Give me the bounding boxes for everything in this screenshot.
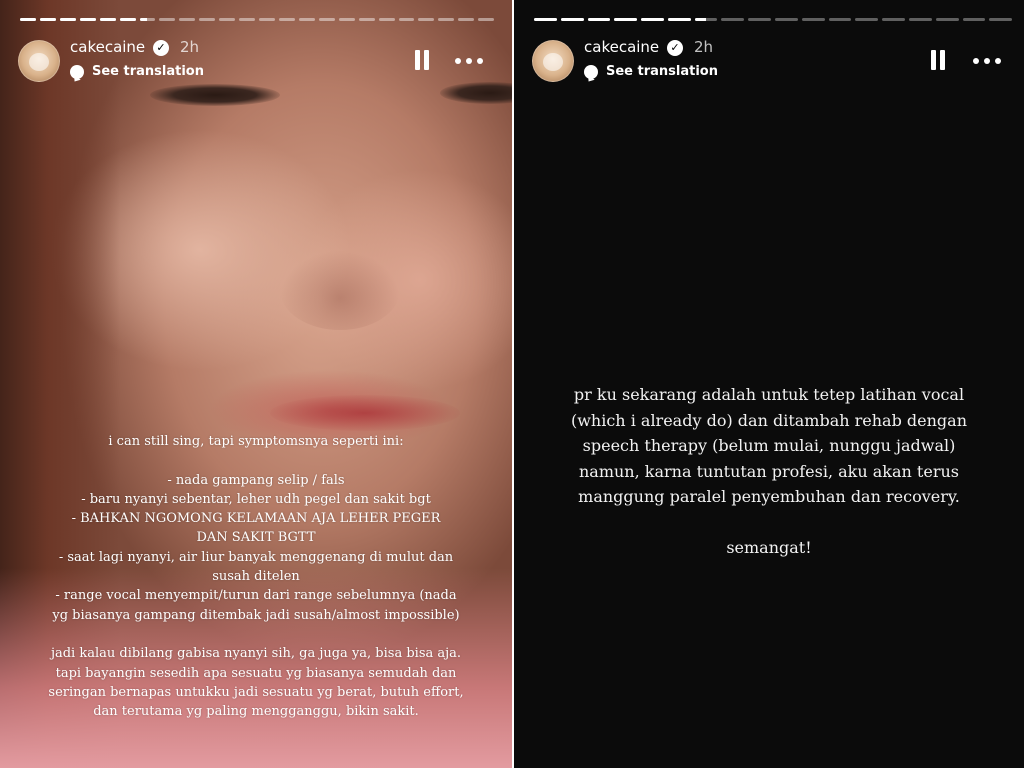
progress-segment: [139, 18, 156, 21]
pause-icon-bar: [940, 50, 945, 70]
photo-eye-left: [150, 84, 280, 106]
avatar[interactable]: [18, 40, 60, 82]
timestamp: 2h: [180, 38, 200, 56]
progress-segment: [199, 18, 216, 21]
progress-segment: [775, 18, 798, 21]
photo-eye-right: [440, 82, 512, 104]
progress-segment-fill: [59, 18, 76, 21]
see-translation-button[interactable]: See translation: [584, 64, 718, 79]
progress-segment-fill: [694, 18, 707, 21]
progress-segment: [587, 18, 611, 21]
progress-segment: [59, 18, 76, 21]
progress-segment: [748, 18, 772, 21]
dot-icon: [477, 58, 483, 64]
progress-segment: [882, 18, 905, 21]
progress-segment-fill: [119, 18, 136, 21]
timestamp: 2h: [694, 38, 714, 56]
translate-bubble-icon: [584, 64, 598, 79]
pause-button[interactable]: [414, 50, 430, 70]
username[interactable]: cakecaine: [70, 38, 145, 56]
progress-segment: [418, 18, 435, 21]
progress-segment-fill: [667, 18, 691, 21]
more-options-button[interactable]: [973, 58, 1001, 64]
progress-segment: [99, 18, 116, 21]
progress-segment-fill: [560, 18, 584, 21]
progress-segment: [398, 18, 415, 21]
progress-segment: [239, 18, 256, 21]
progress-segment-fill: [99, 18, 116, 21]
progress-segment: [855, 18, 879, 21]
progress-segment: [219, 18, 236, 21]
progress-segment: [458, 18, 475, 21]
dot-icon: [984, 58, 990, 64]
story-caption: i can still sing, tapi symptomsnya seper…: [48, 434, 464, 720]
progress-segment: [667, 18, 691, 21]
progress-segment: [179, 18, 196, 21]
progress-segment: [298, 18, 315, 21]
dot-icon: [455, 58, 461, 64]
progress-segment: [478, 18, 495, 21]
progress-segment: [338, 18, 355, 21]
progress-segment: [534, 18, 557, 21]
progress-segment: [39, 18, 56, 21]
see-translation-label: See translation: [606, 64, 718, 79]
progress-segment: [278, 18, 295, 21]
progress-segment-fill: [20, 18, 36, 21]
progress-segment: [358, 18, 375, 21]
progress-segment: [159, 18, 176, 21]
story-header: cakecaine ✓ 2h See translation: [18, 36, 494, 84]
story-progress-bar: [534, 18, 1013, 21]
pause-icon-bar: [415, 50, 420, 70]
progress-segment: [20, 18, 36, 21]
progress-segment: [259, 18, 275, 21]
progress-segment: [378, 18, 395, 21]
pause-button[interactable]: [930, 50, 946, 70]
progress-segment-fill: [79, 18, 96, 21]
photo-nose: [280, 250, 400, 330]
dot-icon: [466, 58, 472, 64]
progress-segment: [962, 18, 986, 21]
progress-segment-fill: [587, 18, 611, 21]
dot-icon: [973, 58, 979, 64]
progress-segment: [560, 18, 584, 21]
progress-segment: [694, 18, 718, 21]
dot-icon: [995, 58, 1001, 64]
story-header: cakecaine ✓ 2h See translation: [532, 36, 1006, 84]
progress-segment: [828, 18, 852, 21]
progress-segment-fill: [614, 18, 638, 21]
progress-segment: [641, 18, 664, 21]
pause-icon-bar: [424, 50, 429, 70]
progress-segment-fill: [39, 18, 56, 21]
progress-segment: [908, 18, 932, 21]
story-progress-bar: [20, 18, 495, 21]
progress-segment: [614, 18, 638, 21]
progress-segment: [119, 18, 136, 21]
translate-bubble-icon: [70, 64, 84, 79]
progress-segment: [989, 18, 1013, 21]
progress-segment: [935, 18, 959, 21]
see-translation-button[interactable]: See translation: [70, 64, 204, 79]
story-panel-left[interactable]: cakecaine ✓ 2h See translation i can sti…: [0, 0, 512, 768]
progress-segment: [318, 18, 335, 21]
progress-segment-fill: [139, 18, 148, 21]
story-caption: pr ku sekarang adalah untuk tetep latiha…: [570, 385, 968, 557]
progress-segment: [438, 18, 455, 21]
verified-badge-icon: ✓: [153, 40, 169, 56]
progress-segment: [801, 18, 825, 21]
avatar[interactable]: [532, 40, 574, 82]
more-options-button[interactable]: [455, 58, 483, 64]
username[interactable]: cakecaine: [584, 38, 659, 56]
verified-badge-icon: ✓: [667, 40, 683, 56]
progress-segment-fill: [641, 18, 664, 21]
see-translation-label: See translation: [92, 64, 204, 79]
progress-segment: [721, 18, 745, 21]
photo-mouth: [270, 395, 460, 431]
progress-segment: [79, 18, 96, 21]
pause-icon-bar: [931, 50, 936, 70]
story-panel-right[interactable]: cakecaine ✓ 2h See translation pr ku sek…: [514, 0, 1024, 768]
progress-segment-fill: [534, 18, 557, 21]
